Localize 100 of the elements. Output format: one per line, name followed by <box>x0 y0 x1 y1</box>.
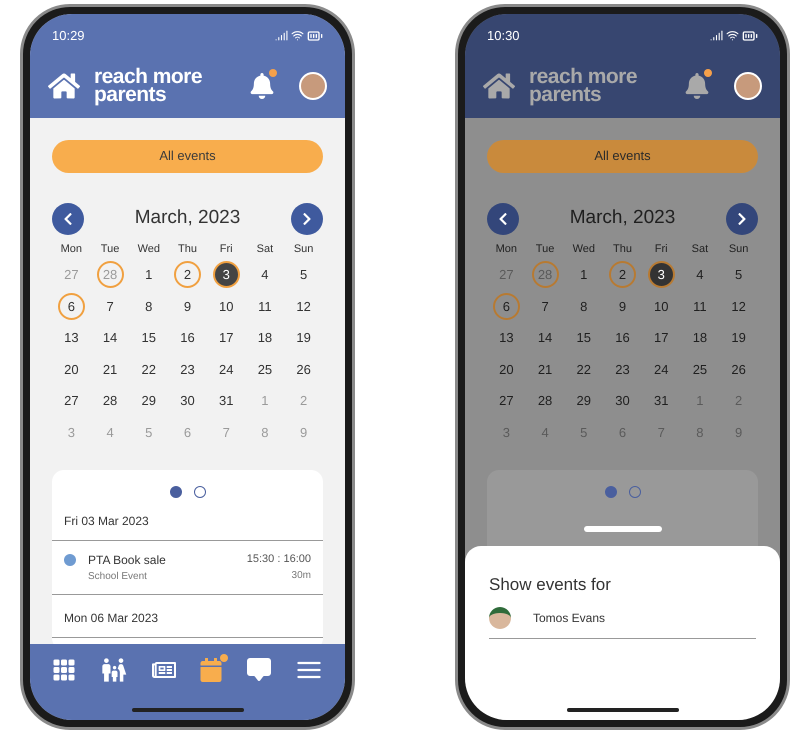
event-date: Fri 03 Mar 2023 <box>52 498 323 541</box>
profile-avatar[interactable] <box>734 72 762 100</box>
calendar-day[interactable]: 12 <box>290 292 318 320</box>
calendar-day[interactable]: 9 <box>174 292 201 320</box>
calendar-day[interactable]: 16 <box>608 324 636 352</box>
month-title: March, 2023 <box>134 206 240 230</box>
family-icon[interactable] <box>100 656 128 684</box>
weekday-label: Sun <box>728 242 750 256</box>
status-time: 10:30 <box>487 27 520 45</box>
chat-icon[interactable] <box>247 658 272 682</box>
calendar-day[interactable]: 18 <box>686 324 714 352</box>
calendar-day[interactable]: 28 <box>532 387 559 414</box>
calendar-day[interactable]: 27 <box>492 387 520 414</box>
calendar-day[interactable]: 18 <box>251 324 278 352</box>
previous-month-button[interactable] <box>52 202 84 234</box>
previous-month-button[interactable] <box>487 202 519 234</box>
sheet-handle[interactable] <box>584 526 662 532</box>
calendar-day[interactable]: 14 <box>532 324 559 352</box>
weekday-label: Tue <box>534 242 556 256</box>
event-duration: 30m <box>292 568 311 582</box>
calendar-day[interactable]: 12 <box>725 292 752 320</box>
calendar-day[interactable]: 22 <box>135 356 162 383</box>
calendar-day[interactable]: 13 <box>492 324 520 352</box>
calendar-day[interactable]: 26 <box>290 356 318 383</box>
calendar-day[interactable]: 20 <box>492 356 520 383</box>
calendar-day[interactable]: 28 <box>96 387 124 414</box>
calendar-day[interactable]: 21 <box>96 356 124 383</box>
grid-icon[interactable] <box>52 658 76 682</box>
calendar-day[interactable]: 1 <box>570 261 598 288</box>
next-month-button[interactable] <box>726 202 758 234</box>
calendar-day[interactable]: 17 <box>648 324 675 352</box>
calendar-day[interactable]: 8 <box>135 292 162 320</box>
calendar-day[interactable]: 19 <box>290 324 318 352</box>
calendar-day[interactable]: 14 <box>96 324 124 352</box>
calendar-day[interactable]: 24 <box>648 356 675 383</box>
calendar-day[interactable]: 16 <box>174 324 201 352</box>
weekday-label: Wed <box>136 242 161 256</box>
calendar-day[interactable]: 6 <box>58 292 85 320</box>
weekday-label: Sat <box>256 242 274 256</box>
weekday-label: Sat <box>690 242 710 256</box>
calendar-day[interactable]: 5 <box>290 261 318 288</box>
weekday-label: Mon <box>60 242 84 256</box>
calendar-day[interactable]: 1 <box>135 261 162 288</box>
bell-icon <box>249 72 275 98</box>
calendar-day[interactable]: 19 <box>725 324 752 352</box>
child-row[interactable]: Tomos Evans <box>489 598 756 638</box>
calendar-day[interactable]: 6 <box>492 292 520 320</box>
calendar-day[interactable]: 10 <box>648 292 675 320</box>
next-month-button[interactable] <box>291 202 323 234</box>
event-type: School Event <box>88 570 148 584</box>
calendar-day[interactable]: 17 <box>212 324 240 352</box>
calendar-day[interactable]: 23 <box>174 356 201 383</box>
calendar-day[interactable]: 4 <box>686 261 714 288</box>
calendar-day[interactable]: 29 <box>135 387 162 414</box>
calendar-day[interactable]: 30 <box>174 387 201 414</box>
all-events-button[interactable]: All events <box>52 140 323 172</box>
calendar-day[interactable]: 11 <box>251 292 278 320</box>
calendar-day[interactable]: 9 <box>608 292 636 320</box>
calendar-day[interactable]: 23 <box>608 356 636 383</box>
calendar-day[interactable]: 10 <box>212 292 240 320</box>
calendar-day[interactable]: 4 <box>251 261 278 288</box>
calendar-day[interactable]: 7 <box>532 292 559 320</box>
calendar-day[interactable]: 15 <box>135 324 162 352</box>
calendar-day[interactable]: 3 <box>212 261 240 288</box>
calendar-day[interactable]: 24 <box>212 356 240 383</box>
calendar-day[interactable]: 15 <box>570 324 598 352</box>
calendar-day[interactable]: 3 <box>648 261 675 288</box>
month-title: March, 2023 <box>570 206 676 230</box>
calendar-day[interactable]: 13 <box>58 324 85 352</box>
weekday-label: Mon <box>494 242 518 256</box>
event-date: Mon 06 Mar 2023 <box>52 595 323 638</box>
calendar-day[interactable]: 21 <box>532 356 559 383</box>
calendar-day[interactable]: 5 <box>725 261 752 288</box>
calendar-day[interactable]: 25 <box>251 356 278 383</box>
calendar-day[interactable]: 2 <box>608 261 636 288</box>
all-events-button[interactable]: All events <box>487 140 758 172</box>
calendar-day[interactable]: 27 <box>58 387 85 414</box>
calendar-day[interactable]: 11 <box>686 292 714 320</box>
calendar-day[interactable]: 20 <box>58 356 85 383</box>
calendar-day[interactable]: 29 <box>570 387 598 414</box>
calendar-day[interactable]: 22 <box>570 356 598 383</box>
calendar-day[interactable]: 30 <box>608 387 636 414</box>
calendar-day[interactable]: 31 <box>212 387 240 414</box>
weekday-label: Sun <box>292 242 314 256</box>
nav-badge <box>220 654 228 662</box>
calendar-day[interactable]: 8 <box>570 292 598 320</box>
child-avatar <box>489 606 511 628</box>
weekday-label: Fri <box>654 242 669 256</box>
app-logo: reach more parents <box>94 68 202 104</box>
calendar-day[interactable]: 26 <box>725 356 752 383</box>
calendar-day[interactable]: 7 <box>96 292 124 320</box>
event-row[interactable]: PTA Book sale School Event 15:30 : 16:00 30m <box>52 541 323 595</box>
calendar-day[interactable]: 2 <box>174 261 201 288</box>
calendar-day[interactable]: 25 <box>686 356 714 383</box>
calendar-icon[interactable] <box>199 658 224 682</box>
signal-icon <box>710 29 723 42</box>
app-logo: reach more parents <box>529 68 637 104</box>
calendar-day[interactable]: 31 <box>648 387 675 414</box>
profile-avatar[interactable] <box>299 72 327 100</box>
sheet-title: Show events for <box>489 574 612 596</box>
